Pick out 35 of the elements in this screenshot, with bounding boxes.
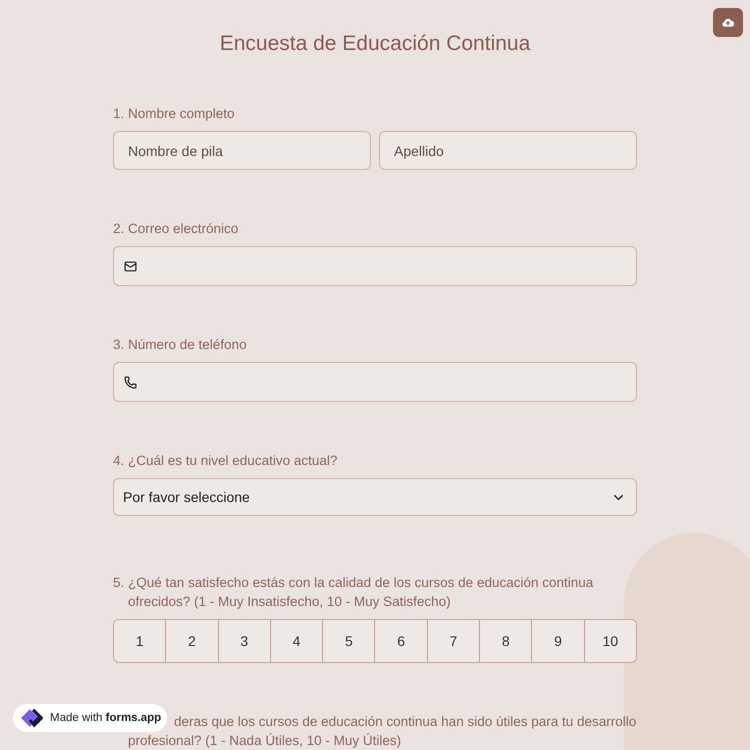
badge-text: Made with forms.app [50, 712, 162, 724]
question-label: ¿Cuál es tu nivel educativo actual? [128, 452, 338, 470]
question-label: deras que los cursos de educación continua han sido útiles para tu desarrollo [174, 713, 636, 731]
rating-option[interactable]: 3 [218, 620, 270, 662]
question-number: 2. [113, 220, 126, 238]
rating-option[interactable]: 1 [114, 620, 166, 662]
question-label: profesional? (1 - Nada Útiles, 10 - Muy Útiles) [128, 732, 402, 750]
question-label: ¿Qué tan satisfecho estás con la calidad de los cursos de educación continua ofrecidos? (1 - Muy Insatisfecho, 10 - Muy Satisfecho) [128, 574, 594, 611]
email-input[interactable] [113, 246, 637, 286]
phone-icon [124, 376, 137, 388]
rating-option[interactable]: 9 [531, 620, 584, 662]
upload-button[interactable] [713, 8, 743, 37]
rating-option[interactable]: 5 [322, 620, 374, 662]
question-label: Nombre completo [128, 105, 236, 123]
phone-input[interactable] [113, 362, 637, 402]
question-number: 5. [113, 574, 126, 592]
rating-option[interactable]: 8 [479, 620, 532, 662]
question-label: Número de teléfono [128, 336, 248, 354]
rating-option[interactable]: 6 [374, 620, 427, 662]
form-title: Encuesta de Educación Continua [220, 31, 530, 57]
question-number: 1. [113, 105, 126, 123]
text-input[interactable]: Apellido [379, 131, 637, 170]
logo-icon [20, 708, 44, 728]
rating-option[interactable]: 10 [584, 620, 636, 662]
rating-option[interactable]: 2 [165, 620, 218, 662]
made-with-badge[interactable]: Made with forms.app [13, 704, 168, 732]
dropdown-select[interactable]: Por favor seleccione [113, 478, 637, 516]
rating-option[interactable]: 4 [270, 620, 322, 662]
mail-icon [124, 260, 137, 272]
question-number: 3. [113, 336, 126, 354]
question-number: 4. [113, 452, 126, 470]
cloud-upload-icon [722, 18, 734, 27]
rating-option[interactable]: 7 [426, 620, 480, 662]
text-input[interactable]: Nombre de pila [113, 131, 371, 170]
question-label: Correo electrónico [128, 220, 240, 238]
